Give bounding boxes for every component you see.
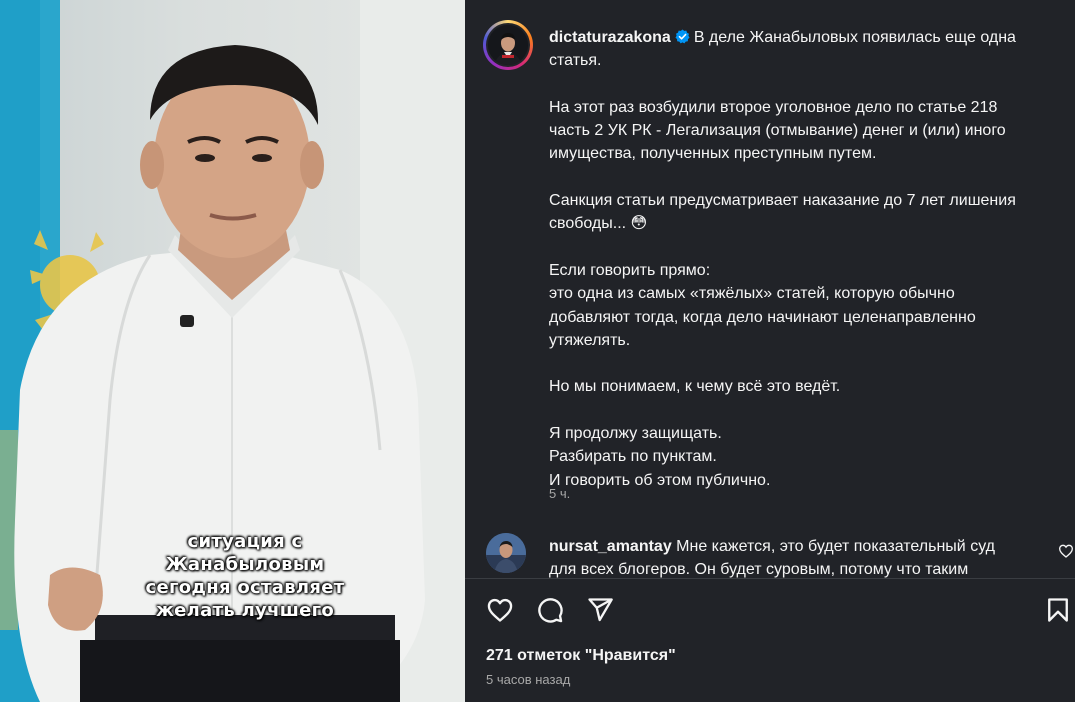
author-avatar[interactable]: [483, 20, 533, 70]
caption-line: Я продолжу защищать.: [549, 425, 722, 443]
caption-line: В деле Жанабыловых появилась еще одна: [693, 29, 1016, 46]
verified-badge-icon: [675, 29, 690, 44]
video-overlay-caption: ситуация с Жанабыловым сегодня оставляет…: [95, 530, 395, 622]
commenter-avatar[interactable]: [486, 533, 526, 573]
caption-line: И говорить об этом публично.: [549, 471, 771, 489]
caption-line: Разбирать по пунктам.: [549, 448, 717, 466]
caption-line: это одна из самых «тяжёлых» статей, кото…: [549, 285, 955, 303]
caption-line: добавляют тогда, когда дело начинают цел…: [549, 308, 976, 326]
likes-count[interactable]: 271 отметок "Нравится": [486, 647, 676, 665]
post-time-short[interactable]: 5 ч.: [549, 486, 570, 501]
caption-line: На этот раз возбудили второе уголовное д…: [549, 98, 998, 116]
comment-item: nursat_amantay Мне кажется, это будет по…: [549, 535, 1029, 579]
commenter-username[interactable]: nursat_amantay: [549, 538, 672, 555]
comment-text-line: для всех блогеров. Он будет суровым, пот…: [549, 561, 969, 578]
overlay-line: Жанабыловым: [165, 554, 325, 575]
caption-line: утяжелять.: [549, 331, 631, 349]
caption-line: Но мы понимаем, к чему всё это ведёт.: [549, 378, 841, 396]
bookmark-icon[interactable]: [1044, 596, 1072, 624]
comment-icon[interactable]: [536, 596, 564, 624]
post-video[interactable]: ситуация с Жанабыловым сегодня оставляет…: [0, 0, 465, 702]
comment-text-line: Мне кажется, это будет показательный суд: [676, 538, 995, 555]
overlay-line: ситуация с: [187, 531, 303, 552]
heart-icon[interactable]: [486, 596, 514, 624]
caption-line: свободы... 😳: [549, 215, 648, 233]
caption-line: статья.: [549, 52, 602, 70]
author-username[interactable]: dictaturazakona: [549, 29, 671, 46]
post-caption: dictaturazakona В деле Жанабыловых появи…: [549, 26, 1059, 515]
overlay-line: сегодня оставляет: [145, 577, 345, 598]
caption-line: часть 2 УК РК - Легализация (отмывание) …: [549, 122, 1006, 140]
commenter-avatar-image: [486, 533, 526, 573]
paper-plane-icon[interactable]: [586, 596, 614, 624]
post-timestamp: 5 часов назад: [486, 672, 571, 687]
author-avatar-image: [488, 25, 528, 65]
comment-heart-icon[interactable]: [1058, 543, 1074, 559]
overlay-line: желать лучшего: [155, 600, 335, 621]
caption-line: Если говорить прямо:: [549, 261, 711, 279]
actions-divider: [465, 578, 1075, 579]
caption-line: Санкция статьи предусматривает наказание…: [549, 192, 1016, 210]
caption-line: имущества, полученных преступным путем.: [549, 145, 877, 163]
